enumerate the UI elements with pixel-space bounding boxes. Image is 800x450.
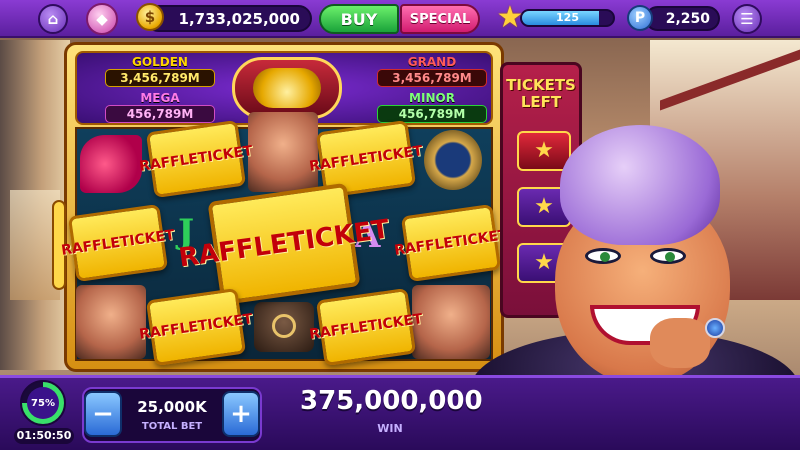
level-progress-value: 75% [27, 387, 59, 419]
increase-bet-button[interactable]: + [222, 391, 260, 437]
coin-balance-value: 1,733,025,000 [178, 9, 300, 28]
home-icon: ⌂ [47, 10, 59, 28]
raffle-ticket-symbol: RAFFLE TICKET [138, 119, 254, 199]
jackpot-minor-label: MINOR [409, 91, 455, 105]
jackpot-grand-label: GRAND [407, 55, 457, 69]
win-label: WIN [377, 422, 403, 435]
buy-button[interactable]: BUY [319, 4, 399, 34]
points-value: 2,250 [665, 10, 710, 27]
menu-icon: ☰ [740, 10, 754, 28]
character-eye [585, 248, 621, 264]
character-eye [650, 248, 686, 264]
gem-button[interactable]: ◆ [86, 3, 118, 35]
gem-icon: ◆ [96, 10, 108, 28]
points-balance: 2,250 [645, 6, 720, 31]
win-value: 375,000,000 [300, 386, 483, 416]
coin-drum-icon [232, 57, 342, 119]
star-icon: ★ [496, 0, 524, 35]
character-hair [560, 125, 720, 245]
xp-value: 125 [556, 11, 579, 24]
jackpot-mega-label: MEGA [140, 91, 180, 105]
jackpot-golden-value: 3,456,789M [105, 69, 215, 87]
total-bet-value: 25,000K [137, 398, 207, 416]
woman-glasses-symbol [76, 285, 146, 359]
ring-icon [705, 318, 725, 338]
raffle-ticket-symbol: RAFFLE TICKET [138, 287, 254, 367]
ticket-slot-icon: ★ [517, 131, 571, 171]
handbag-logo-icon [272, 314, 296, 338]
character-hand [650, 318, 710, 368]
jackpot-golden-label: GOLDEN [132, 55, 188, 69]
raffle-ticket-symbol: RAFFLE TICKET [60, 203, 176, 283]
jackpot-grand-value: 3,456,789M [377, 69, 487, 87]
jackpot-mega-value: 456,789M [105, 105, 215, 123]
lady-portrait-symbol [248, 112, 318, 192]
special-button[interactable]: SPECIAL [400, 4, 480, 34]
high-heels-icon [80, 135, 142, 193]
bonus-timer: 01:50:50 [14, 428, 74, 444]
home-button[interactable]: ⌂ [38, 4, 68, 34]
total-bet-label: TOTAL BET [141, 421, 203, 432]
man-mustache-symbol [412, 285, 490, 359]
menu-button[interactable]: ☰ [732, 4, 762, 34]
p-icon: P [627, 5, 653, 31]
raffle-ticket-symbol: RAFFLE TICKET [308, 287, 424, 367]
raffle-ticket-big-symbol: RAFFLE TICKET [177, 182, 391, 306]
coin-icon: $ [136, 3, 164, 31]
raffle-ticket-symbol: RAFFLE TICKET [393, 203, 509, 283]
tickets-left-title: TICKETS LEFT [506, 76, 576, 111]
decrease-bet-button[interactable]: − [84, 391, 122, 437]
jackpot-minor-value: 456,789M [377, 105, 487, 123]
watch-icon [424, 130, 482, 190]
coin-balance: 1,733,025,000 [145, 5, 312, 32]
xp-progress-bar: 125 [520, 9, 615, 27]
